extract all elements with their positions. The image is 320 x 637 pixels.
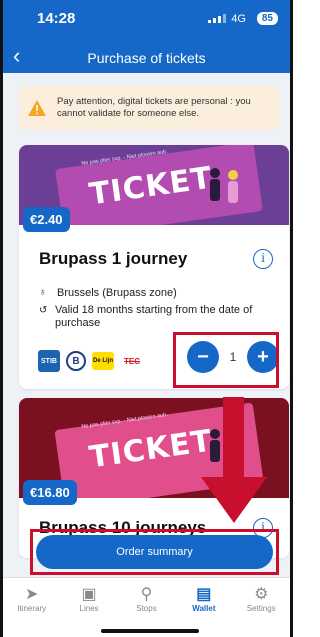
wallet-icon: ▤ xyxy=(196,586,212,603)
status-time: 14:28 xyxy=(37,10,76,27)
price-badge: €2.40 xyxy=(23,207,70,232)
people-illustration xyxy=(210,168,238,203)
stib-logo: STIB xyxy=(38,350,60,372)
validity-row: ↺ Valid 18 months starting from the date… xyxy=(39,304,259,330)
arrow-shaft xyxy=(223,397,244,479)
highlight-box-order-summary xyxy=(30,529,279,575)
warning-icon xyxy=(28,100,46,116)
battery-icon: 85 xyxy=(256,12,278,25)
personal-ticket-alert: Pay attention, digital tickets are perso… xyxy=(19,86,280,130)
validity-text: Valid 18 months starting from the date o… xyxy=(54,304,253,329)
gear-icon: ⚙ xyxy=(254,586,269,603)
tec-logo: TEC xyxy=(124,356,140,366)
app-screen: 14:28 4G 85 ‹ Purchase of tickets Pay at… xyxy=(0,0,293,637)
zone-row: ♁ Brussels (Brupass zone) xyxy=(39,287,177,299)
page-title: Purchase of tickets xyxy=(87,50,206,66)
nav-itinerary[interactable]: ➤ Itinerary xyxy=(4,584,59,637)
alert-text: Pay attention, digital tickets are perso… xyxy=(57,96,251,119)
nav-label: Settings xyxy=(246,604,276,613)
nav-label: Lines xyxy=(79,604,99,613)
navigation-arrow-icon: ➤ xyxy=(24,586,39,603)
zone-icon: ♁ xyxy=(39,287,47,298)
bus-icon: ▣ xyxy=(81,586,97,603)
ticket-name: Brupass 1 journey xyxy=(39,249,188,268)
history-icon: ↺ xyxy=(39,305,48,316)
status-bar: 14:28 4G 85 xyxy=(3,8,290,30)
nav-label: Stops xyxy=(136,604,157,613)
operator-logos: STIB B De Lijn TEC xyxy=(38,350,144,372)
bottom-nav: ➤ Itinerary ▣ Lines ⚲ Stops ▤ Wallet ⚙ S… xyxy=(3,577,290,637)
info-icon[interactable]: i xyxy=(253,249,273,269)
nav-label: Wallet xyxy=(192,604,216,613)
arrow-down-icon xyxy=(201,477,267,523)
nav-label: Itinerary xyxy=(17,604,47,613)
highlight-box-stepper xyxy=(173,332,279,388)
header-bar: 14:28 4G 85 ‹ Purchase of tickets xyxy=(3,0,290,73)
price-badge: €16.80 xyxy=(23,480,77,505)
sncb-logo: B xyxy=(66,351,86,371)
signal-icon xyxy=(208,14,226,23)
nav-settings[interactable]: ⚙ Settings xyxy=(234,584,289,637)
stop-pin-icon: ⚲ xyxy=(140,586,153,603)
zone-text: Brussels (Brupass zone) xyxy=(57,287,177,299)
network-label: 4G xyxy=(231,13,246,25)
home-indicator xyxy=(101,629,199,633)
delijn-logo: De Lijn xyxy=(92,352,114,370)
